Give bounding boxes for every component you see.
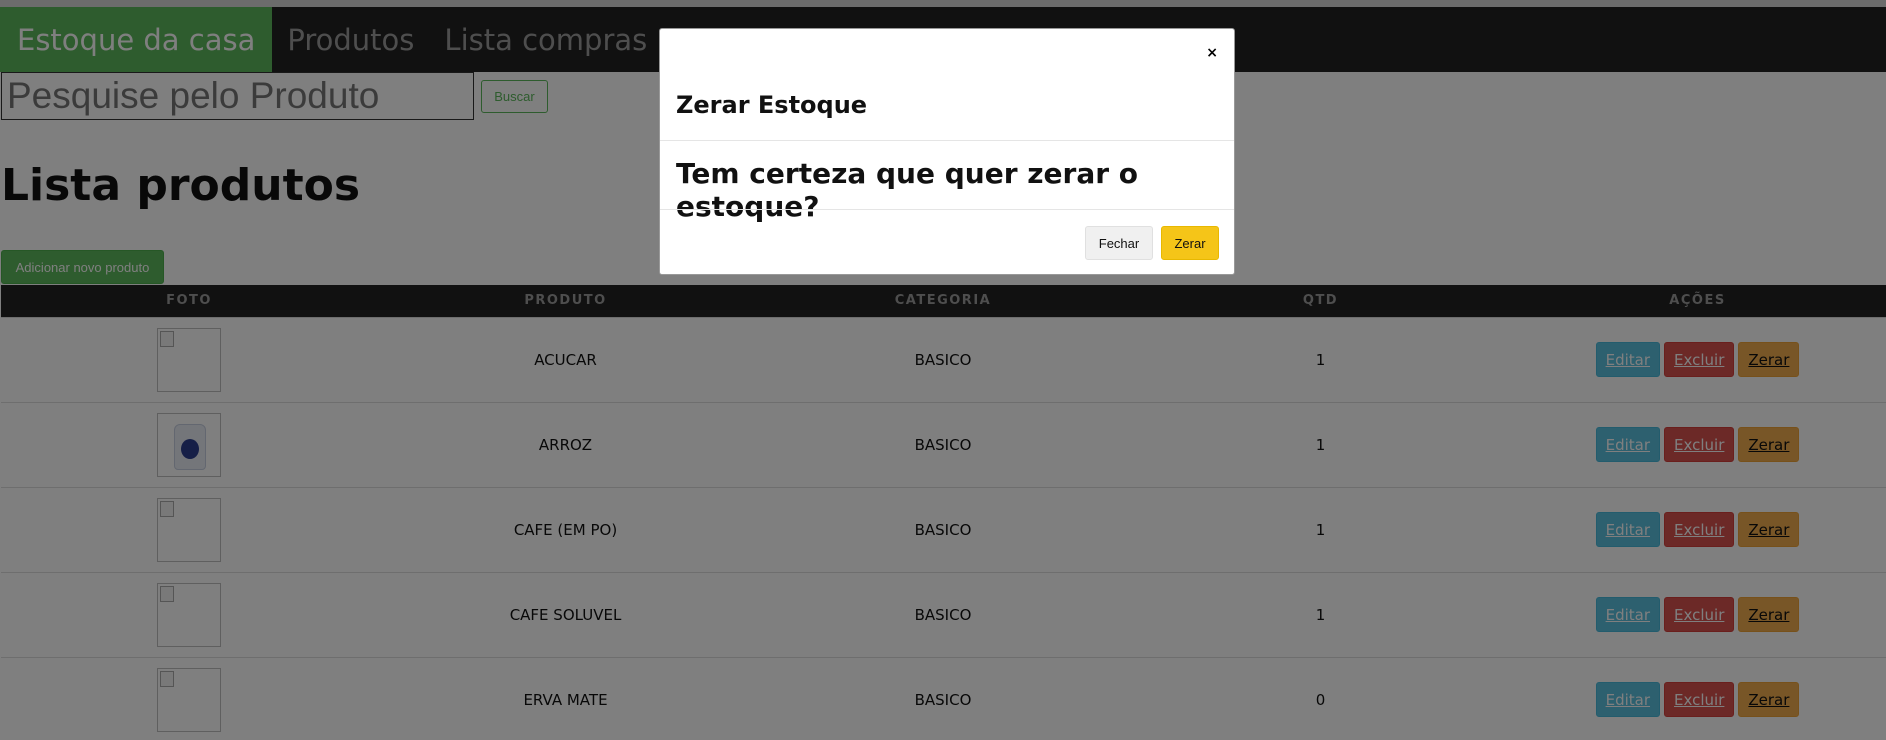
modal-header-divider bbox=[660, 140, 1234, 141]
close-button[interactable]: Fechar bbox=[1085, 226, 1153, 260]
zero-stock-modal: × Zerar Estoque Tem certeza que quer zer… bbox=[659, 28, 1235, 275]
confirm-zero-button[interactable]: Zerar bbox=[1161, 226, 1219, 260]
modal-body-text: Tem certeza que quer zerar o estoque? bbox=[676, 157, 1139, 223]
modal-footer-divider bbox=[660, 209, 1234, 210]
close-icon[interactable]: × bbox=[1206, 45, 1218, 61]
modal-title: Zerar Estoque bbox=[676, 91, 868, 119]
